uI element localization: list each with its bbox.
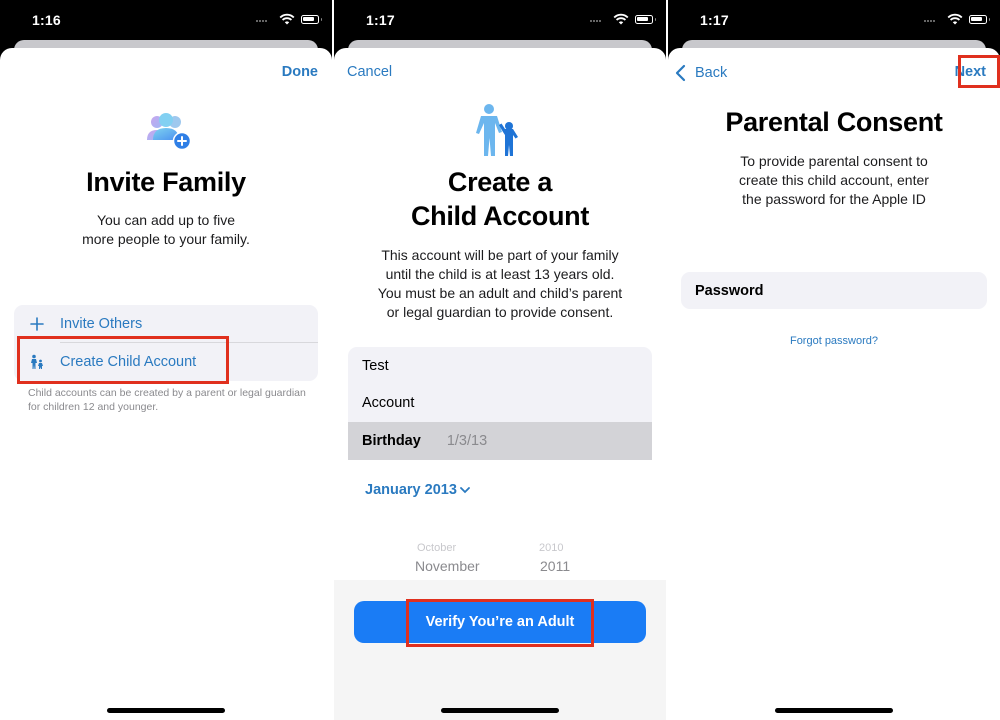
modal-sheet: Cancel Create a Child Account This accou…	[334, 48, 666, 720]
month-year-picker-button[interactable]: January 2013	[365, 482, 470, 498]
wifi-icon	[947, 13, 963, 25]
chevron-left-icon	[675, 64, 686, 82]
child-info-form: Test Account Birthday 1/3/13	[348, 347, 652, 460]
back-label: Back	[695, 65, 728, 81]
parent-child-icon	[476, 104, 518, 156]
page-description: You can add up to five more people to yo…	[20, 211, 312, 249]
birthday-value: 1/3/13	[446, 433, 488, 449]
wheel-year: 2011	[540, 558, 571, 574]
forgot-password-link[interactable]: Forgot password?	[668, 335, 1000, 347]
page-title: Invite Family	[86, 167, 246, 197]
battery-icon	[301, 15, 322, 24]
description-line: or legal guardian to provide consent.	[386, 304, 614, 320]
invite-others-label: Invite Others	[60, 316, 143, 332]
cellular-signal-icon	[924, 20, 938, 23]
family-add-icon	[147, 113, 192, 151]
status-time: 1:17	[700, 12, 729, 28]
done-button[interactable]: Done	[282, 64, 318, 80]
wifi-icon	[613, 13, 629, 25]
description-line: more people to your family.	[82, 231, 250, 247]
last-name-field[interactable]: Account	[348, 384, 652, 422]
description-line: You must be an adult and child’s parent	[377, 285, 623, 301]
description-line: the password for the Apple ID	[742, 191, 926, 207]
first-name-field[interactable]: Test	[348, 347, 652, 385]
highlight-annotation	[958, 55, 1000, 88]
description-line: until the child is at least 13 years old…	[385, 266, 615, 282]
birthday-label: Birthday	[362, 433, 421, 449]
status-time: 1:16	[32, 12, 61, 28]
screen-invite-family: 1:16 Done Invite Family You can add up t…	[0, 0, 332, 720]
cancel-button[interactable]: Cancel	[347, 64, 392, 80]
wifi-icon	[279, 13, 295, 25]
description-line: You can add up to five	[96, 212, 236, 228]
highlight-annotation	[406, 599, 594, 647]
highlight-annotation	[17, 336, 229, 384]
description-line: create this child account, enter	[739, 172, 929, 188]
wheel-month: November	[415, 558, 480, 574]
screen-create-child-account: 1:17 Cancel Create a Child Account This …	[334, 0, 666, 720]
status-bar: 1:16	[0, 0, 332, 40]
home-indicator	[441, 708, 559, 713]
modal-sheet: Done Invite Family You can add up to fiv…	[0, 48, 332, 720]
home-indicator	[107, 708, 225, 713]
battery-icon	[635, 15, 656, 24]
wheel-month: October	[417, 542, 457, 554]
modal-sheet: Back Next Parental Consent To provide pa…	[668, 48, 1000, 720]
password-input[interactable]: Password	[681, 272, 987, 309]
status-bar: 1:17	[334, 0, 666, 40]
month-year-label: January 2013	[365, 482, 457, 498]
description-line: This account will be part of your family	[381, 247, 619, 263]
battery-icon	[969, 15, 990, 24]
page-title: Parental Consent	[725, 107, 943, 137]
cellular-signal-icon	[590, 20, 604, 23]
screen-parental-consent: 1:17 Back Next Parental Consent To provi…	[668, 0, 1000, 720]
birthday-field[interactable]: Birthday 1/3/13	[348, 422, 652, 460]
page-title: Create a Child Account	[334, 165, 666, 233]
wheel-year: 2010	[539, 542, 564, 554]
title-line: Child Account	[410, 201, 590, 231]
home-indicator	[775, 708, 893, 713]
cellular-signal-icon	[256, 20, 270, 23]
status-time: 1:17	[366, 12, 395, 28]
page-description: This account will be part of your family…	[354, 246, 646, 322]
back-button[interactable]: Back	[675, 64, 727, 82]
description-line: To provide parental consent to	[740, 153, 928, 169]
title-line: Create a	[447, 167, 553, 197]
chevron-down-icon	[460, 486, 470, 493]
footnote: Child accounts can be created by a paren…	[28, 387, 306, 413]
plus-icon	[14, 317, 60, 331]
page-description: To provide parental consent to create th…	[688, 152, 980, 209]
status-bar: 1:17	[668, 0, 1000, 40]
